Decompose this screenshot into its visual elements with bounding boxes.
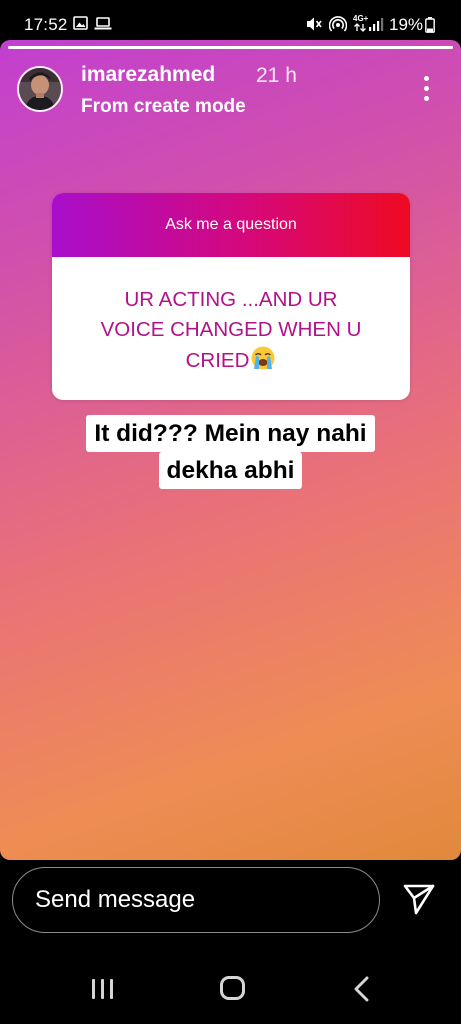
more-dot-icon <box>424 86 429 91</box>
more-dot-icon <box>424 96 429 101</box>
more-options-button[interactable] <box>414 74 438 104</box>
recent-apps-bar <box>110 979 113 999</box>
hotspot-icon <box>329 16 347 32</box>
avatar[interactable] <box>17 66 63 112</box>
question-sticker-header: Ask me a question <box>52 193 410 257</box>
status-time: 17:52 <box>24 15 68 34</box>
question-line: UR ACTING ...AND UR <box>124 288 338 311</box>
story-username[interactable]: imarezahmed <box>81 63 215 87</box>
gallery-icon <box>73 16 88 30</box>
answer-line: dekha abhi <box>158 452 303 489</box>
question-line: VOICE CHANGED WHEN U <box>100 318 362 341</box>
laptop-icon <box>94 17 112 30</box>
crying-face-icon <box>251 346 275 370</box>
more-dot-icon <box>424 76 429 81</box>
answer-text: It did??? Mein nay nahi dekha abhi <box>0 415 461 489</box>
question-sticker[interactable]: Ask me a question UR ACTING ...AND UR VO… <box>52 193 410 400</box>
profile-photo <box>19 68 61 110</box>
mute-vibrate-icon <box>307 17 322 31</box>
recent-apps-icon[interactable] <box>90 976 116 1002</box>
story-time-ago: 21 h <box>256 64 297 87</box>
battery-icon <box>425 17 435 33</box>
lte-signal-icon: 4G+ <box>353 14 384 32</box>
story-subtitle: From create mode <box>81 96 246 117</box>
battery-percent: 19% <box>389 15 424 34</box>
question-line: CRIED <box>185 349 250 372</box>
send-message-input[interactable]: Send message <box>12 867 380 933</box>
home-icon[interactable] <box>220 976 245 1000</box>
back-icon[interactable] <box>352 976 372 1002</box>
recent-apps-bar <box>92 979 95 999</box>
answer-line: It did??? Mein nay nahi <box>86 415 375 452</box>
story-progress-bar <box>8 46 453 49</box>
recent-apps-bar <box>101 979 104 999</box>
network-label: 4G+ <box>353 14 369 23</box>
question-sticker-body: UR ACTING ...AND UR VOICE CHANGED WHEN U… <box>81 285 381 376</box>
paper-plane-icon[interactable] <box>402 882 436 916</box>
story-viewer[interactable]: imarezahmed 21 h From create mode Ask me… <box>0 40 461 860</box>
story-progress-fill <box>8 46 453 49</box>
